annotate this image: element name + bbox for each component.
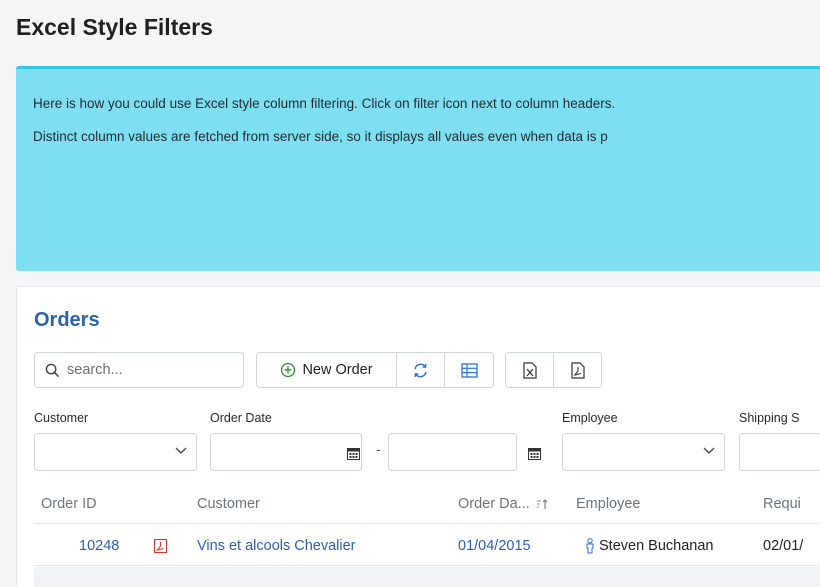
cell-required: 02/01/ bbox=[763, 538, 804, 554]
info-line-1: Here is how you could use Excel style co… bbox=[33, 96, 616, 111]
cell-employee: Steven Buchanan bbox=[599, 538, 714, 554]
calendar-icon[interactable] bbox=[528, 447, 541, 460]
person-icon bbox=[586, 538, 594, 554]
filter-shipping-label: Shipping S bbox=[739, 411, 800, 425]
search-icon bbox=[45, 363, 60, 378]
search-box[interactable] bbox=[34, 352, 244, 388]
pdf-icon[interactable] bbox=[154, 539, 167, 553]
page-title: Excel Style Filters bbox=[16, 14, 213, 40]
customer-filter-select[interactable] bbox=[34, 433, 197, 471]
pdf-export-icon bbox=[570, 361, 585, 379]
toolbar-group-1: New Order bbox=[256, 352, 494, 388]
toolbar-group-2 bbox=[505, 352, 602, 388]
card-title: Orders bbox=[34, 309, 100, 331]
filter-customer-label: Customer bbox=[34, 411, 89, 425]
sort-icon[interactable] bbox=[536, 498, 548, 510]
order-date-start-input[interactable] bbox=[210, 433, 362, 471]
column-header-order-id[interactable]: Order ID bbox=[41, 496, 97, 512]
refresh-button[interactable] bbox=[397, 353, 445, 387]
excel-export-icon bbox=[522, 361, 537, 379]
chevron-down-icon bbox=[175, 447, 187, 454]
next-row-stripe bbox=[34, 567, 820, 587]
header-divider bbox=[34, 523, 820, 524]
info-line-2: Distinct column values are fetched from … bbox=[33, 129, 608, 144]
column-picker-button[interactable] bbox=[445, 353, 493, 387]
column-header-employee[interactable]: Employee bbox=[576, 496, 640, 512]
plus-circle-icon bbox=[281, 362, 296, 378]
cell-customer[interactable]: Vins et alcools Chevalier bbox=[197, 538, 356, 554]
date-range-separator: - bbox=[376, 441, 381, 457]
info-box: Here is how you could use Excel style co… bbox=[16, 66, 820, 271]
column-header-order-date[interactable]: Order Da... bbox=[458, 496, 548, 512]
filter-employee-label: Employee bbox=[562, 411, 618, 425]
row-divider bbox=[34, 565, 820, 566]
cell-order-id[interactable]: 10248 bbox=[79, 538, 119, 554]
order-date-header-label: Order Da... bbox=[458, 496, 530, 512]
excel-export-button[interactable] bbox=[506, 353, 554, 387]
filter-order-date-label: Order Date bbox=[210, 411, 272, 425]
cell-order-date: 01/04/2015 bbox=[458, 538, 531, 554]
orders-card: Orders New Order bbox=[16, 286, 820, 587]
search-input[interactable] bbox=[65, 361, 239, 379]
shipping-filter-select[interactable] bbox=[739, 433, 820, 471]
employee-filter-select[interactable] bbox=[562, 433, 725, 471]
calendar-icon[interactable] bbox=[347, 447, 360, 460]
column-picker-icon bbox=[460, 362, 478, 378]
chevron-down-icon bbox=[703, 447, 715, 454]
new-order-button[interactable]: New Order bbox=[257, 353, 397, 387]
pdf-export-button[interactable] bbox=[554, 353, 601, 387]
new-order-label: New Order bbox=[302, 362, 373, 378]
column-header-customer[interactable]: Customer bbox=[197, 496, 260, 512]
refresh-icon bbox=[414, 363, 427, 377]
order-date-end-input[interactable] bbox=[388, 433, 517, 471]
column-header-required[interactable]: Requi bbox=[763, 496, 801, 512]
